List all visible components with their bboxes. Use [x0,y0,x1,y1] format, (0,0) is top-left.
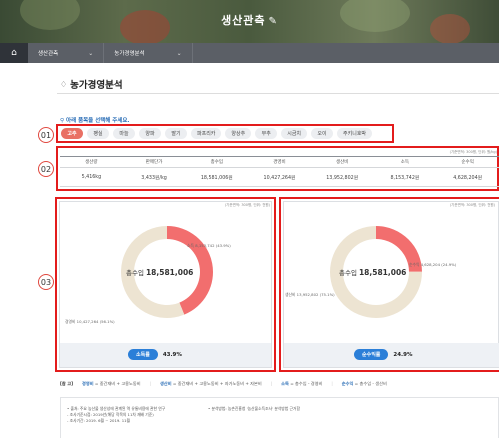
notes-box: • 출처: 주요 농산물 생산성에 관계된 역 유통비용에 관한 연구 - 조사… [60,397,499,438]
chevron-down-icon: ⌄ [176,49,182,57]
formula-expression: = 중간재비 + 고용노동비 + 자가노동비 + 자본비 [171,381,262,386]
income-chart-panel: (기준면적: 300평, 단위: 천원) 소득 8,153,742 (43.9%… [55,197,276,372]
ratio-row: 소득률 43.9% [128,349,182,360]
center-total: 총수입 18,581,006 [126,267,193,277]
select-prompt: ⚲ 아래 품목을 선택해 주세요. [60,116,130,124]
home-icon: ⌂ [11,48,17,58]
stat-value: 18,581,006원 [185,168,249,187]
marker-label: 03 [40,277,52,287]
crop-button[interactable]: 오이 [311,128,334,139]
crop-button[interactable]: 주키니호박 [337,128,373,139]
stat-header: 순수익 [436,156,499,168]
breadcrumb-item-1[interactable]: 생산관측 ⌄ [28,43,105,63]
marker-02: 02 [38,161,54,177]
separator: | [149,381,151,386]
crop-button[interactable]: 딸기 [165,128,187,139]
stat-header: 총수입 [185,156,249,168]
title-divider [57,93,499,94]
home-button[interactable]: ⌂ [0,43,28,63]
marker-label: 01 [40,130,52,140]
formula-term: 소득 [281,381,289,386]
hero-banner: 생산관측 ✎ [0,0,499,43]
stat-value: 10,427,264원 [248,168,311,187]
seg-label-left: 생산비 13,952,802 (75.1%) [285,292,335,297]
seg-label-top: 소득 8,153,742 (43.9%) [187,243,231,248]
chevron-down-icon: ⌄ [88,49,94,57]
ratio-bar: 소득률 43.9% [60,343,271,367]
panel-note: (기준면적: 300평, 단위: 천원) [449,203,495,207]
stat-value: 3,433원/kg [122,168,186,187]
formula-expression: = 총수입 - 생산비 [353,381,387,386]
stat-value: 13,952,802원 [310,168,374,187]
notes-method: • 분석방법: 농촌진흥청 '농산물소득조사' 분석방법 근거함 [208,406,300,411]
crop-button[interactable]: 고추 [61,128,83,139]
crop-button[interactable]: 부추 [255,128,278,139]
stat-value: 5,416kg [60,168,123,187]
seg-label-left: 경영비 10,427,264 (56.1%) [65,319,115,324]
center-total-value: 18,581,006 [145,268,194,277]
marker-label: 02 [40,164,52,174]
diamond-icon: ♢ [60,79,68,89]
hero-title-text: 생산관측 [221,14,266,27]
crop-button[interactable]: 파프리카 [191,128,222,139]
crop-button[interactable]: 시금치 [281,128,308,139]
formula-term: 경영비 [82,381,94,386]
notes-period: - 조사기간: 2019. 6월 ~ 2019. 11월 [67,418,131,423]
crop-button[interactable]: 양상추 [225,128,252,139]
stat-header: 경영비 [248,156,311,168]
formula-term: 순수익 [341,381,354,386]
formula-reference: [참 고] 경영비 = 중간재비 + 고용노동비 | 생산비 = 중간재비 + 고용… [60,381,387,387]
breadcrumb-label: 생산관측 [38,51,59,57]
ratio-label-badge: 순수익률 [354,349,389,360]
center-total-value: 18,581,006 [358,268,407,277]
page-title: ♢ 농가경영분석 [60,77,123,92]
breadcrumb-label: 농가경영분석 [114,51,145,57]
separator: | [331,381,333,386]
formula-term: 생산비 [160,381,172,386]
center-total: 총수입 18,581,006 [339,267,406,277]
crop-button[interactable]: 양파 [139,128,161,139]
formula-item: 생산비 = 중간재비 + 고용노동비 + 자가노동비 + 자본비 [160,381,262,387]
pen-icon: ✎ [268,16,278,27]
crop-button[interactable]: 팽실 [87,128,109,139]
marker-01: 01 [38,127,54,143]
breadcrumb-bar: ⌂ 생산관측 ⌄ 농가경영분석 ⌄ [0,43,499,63]
stat-header: 생산비 [310,156,374,168]
center-total-label: 총수입 [339,269,357,277]
formula-item: 순수익 = 총수입 - 생산비 [342,381,387,387]
reference-label: [참 고] [60,381,73,386]
formula-expression: = 총수입 - 경영비 [288,381,323,386]
formula-expression: = 중간재비 + 고용노동비 [93,381,141,386]
stats-table: 생산량 판매단가 총수입 경영비 생산비 소득 순수익 5,416kg 3,433원/kg 18,… [60,156,499,187]
ratio-bar: 순수익률 24.9% [284,343,499,367]
panel-note: (기준면적: 300평, 단위: 천원) [224,203,270,207]
crop-selector: 고추 팽실 마늘 양파 딸기 파프리카 양상추 부추 시금치 오이 주키니호박 [61,128,373,139]
stat-header: 소득 [373,156,437,168]
stat-header: 생산량 [60,156,123,168]
ratio-label-badge: 소득률 [128,349,158,360]
crop-button[interactable]: 마늘 [113,128,135,139]
unit-note: (기준면적: 300평, 단위: 원/kg) [449,150,497,154]
breadcrumb-item-2[interactable]: 농가경영분석 ⌄ [104,43,193,63]
stat-header: 판매단가 [122,156,186,168]
stat-value: 4,628,204원 [436,168,499,187]
formula-item: 경영비 = 중간재비 + 고용노동비 [82,381,141,387]
ratio-value: 24.9% [393,351,413,358]
marker-03: 03 [38,274,54,290]
separator: | [270,381,273,386]
seg-label-top: 순수익 4,628,204 (24.9%) [409,262,457,267]
ratio-value: 43.9% [162,351,182,358]
center-total-label: 총수입 [126,269,144,277]
formula-item: 소득 = 총수입 - 경영비 [281,381,322,387]
page-title-text: 농가경영분석 [70,80,123,91]
stat-value: 8,153,742원 [373,168,437,187]
ratio-row: 순수익률 24.9% [354,349,413,360]
profit-chart-panel: (기준면적: 300평, 단위: 천원) 순수익 4,628,204 (24.9… [279,197,499,372]
hero-title: 생산관측 ✎ [0,12,499,28]
